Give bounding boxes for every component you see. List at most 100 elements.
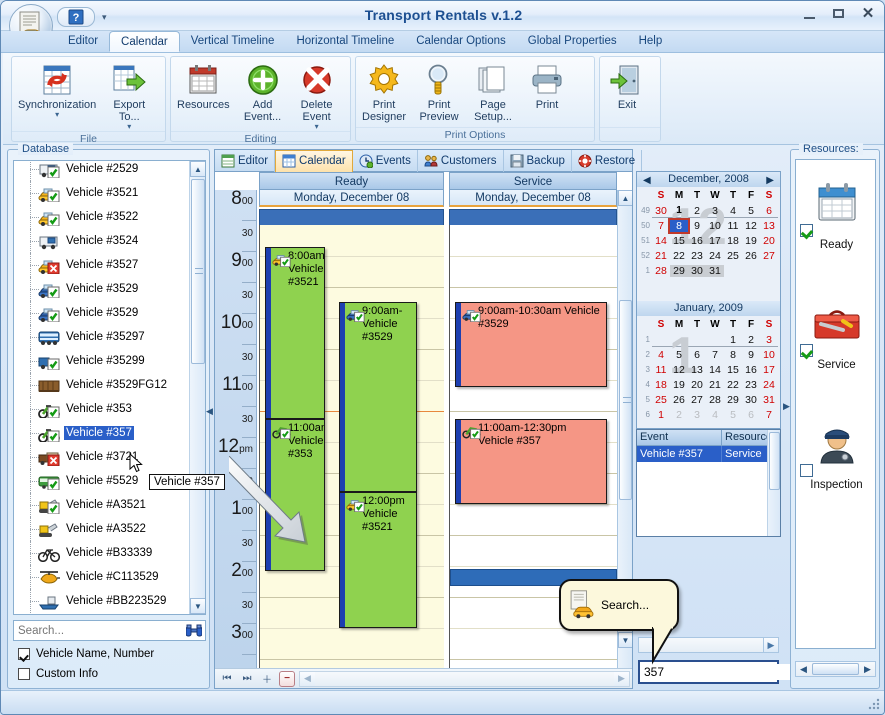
calendar-scroll-thumb[interactable] [619,300,632,500]
tree-item-vehicle-35299[interactable]: Vehicle #35299 [14,349,189,373]
mini-calendar-day[interactable]: 15 [724,364,742,376]
remove-button[interactable]: − [279,670,295,687]
mini-calendar-day[interactable]: 20 [688,379,706,391]
vehicle-tree[interactable]: Vehicle #2529 Vehicle #3521 Vehicle #3522 V… [13,160,206,615]
go-last-button[interactable]: ⏭ [239,671,255,687]
calendar-scroll-down-button[interactable]: ▼ [618,632,632,648]
mini-calendar-day[interactable]: 3 [760,334,778,346]
mini-calendar-day[interactable]: 7 [760,409,778,421]
minimize-button[interactable] [802,7,818,21]
resources-scroll-thumb[interactable] [812,663,859,675]
scroll-right-button[interactable]: ▶ [614,671,629,686]
calendar-scroll-up-button[interactable]: ▲ [618,190,632,206]
ribbon-button-export[interactable]: Export To... ▾ [102,61,156,131]
mini-calendar-day[interactable]: 27 [760,250,778,262]
calendar-event[interactable]: 8:00am- Vehicle #3521 [265,247,325,419]
mini-calendar-day[interactable]: 8 [724,349,742,361]
prev-month-button[interactable]: ◀ [643,173,651,188]
mini-calendar-day[interactable]: 14 [652,235,670,247]
mini-calendar-day[interactable]: 5 [670,349,688,361]
close-button[interactable]: ✕ [860,6,876,21]
quick-access-dropdown-icon[interactable]: ▾ [98,12,111,23]
mini-calendar-day[interactable]: 14 [706,364,724,376]
binoculars-icon[interactable] [183,622,205,639]
mini-calendar-day[interactable]: 22 [724,379,742,391]
mini-calendar-day[interactable]: 3 [688,409,706,421]
mini-calendar-day[interactable]: 2 [670,409,688,421]
mini-calendar-day[interactable]: 16 [742,364,760,376]
ribbon-tab-vertical-timeline[interactable]: Vertical Timeline [180,31,286,52]
calendar-event[interactable]: 12:00pm Vehicle #3521 [339,492,417,628]
ribbon-tab-global-properties[interactable]: Global Properties [517,31,628,52]
mini-calendar-day[interactable]: 26 [742,250,760,262]
tree-item-vehicle-b33339[interactable]: Vehicle #B33339 [14,541,189,565]
mini-calendar-day[interactable]: 10 [706,220,724,232]
mini-calendar-day[interactable]: 22 [670,250,688,262]
mini-calendar-day[interactable]: 31 [760,394,778,406]
event-list-scrollbar[interactable] [767,430,780,536]
mini-calendar-day[interactable]: 6 [760,205,778,217]
center-tab-calendar[interactable]: Calendar [275,149,353,172]
checkbox-vehicle-name[interactable]: Vehicle Name, Number [18,648,154,660]
ribbon-button-delete[interactable]: Delete Event ▾ [290,61,344,131]
resources-scroll-left-button[interactable]: ◀ [796,664,811,675]
resource-checkbox[interactable] [800,464,813,477]
mini-calendar-day[interactable]: 21 [652,250,670,262]
go-first-button[interactable]: ⏮ [219,671,235,687]
mini-calendar-day[interactable]: 16 [688,235,706,247]
mini-calendar-day[interactable]: 6 [742,409,760,421]
ribbon-button-print[interactable]: Print Designer [356,61,412,123]
maximize-button[interactable] [831,7,847,21]
tree-item-vehicle-3521[interactable]: Vehicle #3521 [14,181,189,205]
tree-item-vehicle-3522[interactable]: Vehicle #3522 [14,205,189,229]
mini-calendar-day[interactable]: 3 [706,205,724,217]
event-list-scroll-thumb[interactable] [769,432,780,490]
chevron-down-icon[interactable]: ▾ [127,123,131,131]
mini-calendar-day[interactable]: 4 [652,349,670,361]
left-splitter-handle[interactable]: ◀ [206,406,213,417]
mini-calendar-day[interactable]: 9 [688,220,706,232]
scroll-down-button[interactable]: ▼ [190,598,205,614]
mini-calendar-day[interactable]: 5 [742,205,760,217]
mini-calendar-day[interactable]: 2 [742,334,760,346]
resize-grip-icon[interactable] [867,696,881,710]
mini-calendar-day[interactable]: 11 [652,364,670,376]
help-button[interactable]: ? [57,7,95,27]
mini-calendar-day[interactable]: 6 [688,349,706,361]
tree-item-vehicle-3529fg12[interactable]: Vehicle #3529FG12 [14,373,189,397]
ribbon-button-resources[interactable]: Resources [171,61,236,111]
ribbon-button-exit[interactable]: Exit [600,61,654,111]
resource-item-service[interactable]: Service [796,288,877,398]
mini-calendar-day[interactable]: 13 [760,220,778,232]
chevron-down-icon[interactable]: ▾ [315,123,319,131]
scroll-left-button[interactable]: ◀ [300,671,315,686]
scroll-thumb[interactable] [191,179,205,364]
mini-calendar-day[interactable]: 26 [670,394,688,406]
event-list-row[interactable]: Vehicle #357 Service [637,446,780,462]
ribbon-button-synchronization[interactable]: Synchronization ▾ [12,61,102,119]
database-search-row[interactable] [13,620,206,641]
tree-item-vehicle-353[interactable]: Vehicle #353 [14,397,189,421]
calendar-event[interactable]: 11:00am-12:30pm Vehicle #357 [455,419,607,504]
mini-calendar-day[interactable]: 15 [670,235,688,247]
tree-item-vehicle-a3521[interactable]: Vehicle #A3521 [14,493,189,517]
calendar-event[interactable]: 11:00amVehicle#353 [265,419,325,571]
calendar-horizontal-scrollbar[interactable]: ◀ ▶ [299,670,630,687]
tree-item-vehicle-3529[interactable]: Vehicle #3529 [14,301,189,325]
mini-calendar-day[interactable]: 23 [688,250,706,262]
mini-calendar-day[interactable]: 10 [760,349,778,361]
mini-calendar-day[interactable]: 24 [760,379,778,391]
mini-calendar-day[interactable]: 28 [652,265,670,277]
resource-checkbox[interactable] [800,224,813,237]
mini-calendar-day[interactable]: 7 [652,220,670,232]
mini-calendar-day[interactable]: 12 [670,364,688,376]
mini-calendar-day[interactable]: 20 [760,235,778,247]
add-button[interactable]: ＋ [259,671,275,687]
calendar-event[interactable]: 9:00am-10:30am Vehicle #3529 [455,302,607,387]
search-input[interactable] [14,623,183,638]
right-splitter-handle[interactable]: ▶ [783,401,790,412]
mini-calendar-day[interactable]: 29 [670,264,688,277]
mini-calendar-day[interactable]: 1 [724,334,742,346]
mini-calendar-day[interactable]: 19 [742,235,760,247]
center-tab-editor[interactable]: Editor [215,149,276,172]
